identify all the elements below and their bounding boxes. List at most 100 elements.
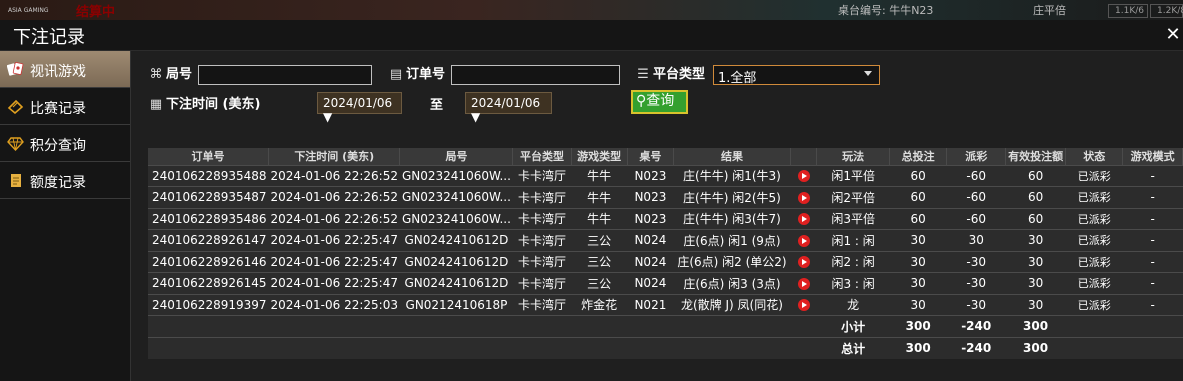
sidebar-item-label: 积分查询 — [30, 138, 86, 154]
sidebar-item-label: 额度记录 — [30, 175, 86, 191]
cell-play: 闲1 : 闲 — [816, 229, 890, 251]
play-icon[interactable] — [797, 191, 810, 204]
query-button-label: 查询 — [646, 93, 675, 109]
round-label: ⌘ 局号 — [149, 67, 193, 82]
sidebar-item-credit-records[interactable]: 额度记录 — [0, 162, 130, 199]
tag-icon: ⌘ — [149, 67, 163, 82]
sidebar-item-label: 视讯游戏 — [30, 64, 86, 80]
col-header: 游戏类型 — [571, 148, 628, 165]
cell-play: 闲3 : 闲 — [816, 272, 890, 294]
query-button[interactable]: ⚲查询 — [631, 90, 688, 114]
clipboard-icon: ▤ — [389, 67, 403, 82]
cell-order: 240106228926146 — [148, 250, 269, 273]
ticket-icon — [7, 99, 24, 115]
total-label: 总计 — [816, 336, 890, 359]
bet-records-table: 订单号 下注时间 (美东) 局号 平台类型 游戏类型 桌号 结果 玩法 总投注 … — [148, 148, 1183, 359]
cell-order: 240106228919397 — [148, 293, 269, 316]
cell-bet: 60 — [889, 207, 947, 230]
start-date-picker[interactable]: 2024/01/06 ▼ — [317, 92, 402, 124]
play-icon[interactable] — [797, 277, 810, 290]
total-valid: 300 — [1005, 336, 1066, 359]
diamond-icon — [7, 136, 24, 152]
cell-order: 240106228935486 — [148, 207, 269, 230]
total-row: 总计 300 -240 300 — [148, 336, 1183, 359]
sidebar: 视讯游戏 比赛记录 积分查询 额度记录 — [0, 51, 131, 381]
cell-platform: 卡卡湾厅 — [512, 186, 572, 208]
col-header: 局号 — [399, 148, 514, 165]
col-header: 结果 — [673, 148, 791, 165]
calendar-icon: ▦ — [149, 97, 163, 112]
cell-round: GN0212410618P — [399, 293, 513, 316]
play-icon[interactable] — [797, 299, 810, 312]
cell-valid: 30 — [1005, 229, 1066, 251]
modal-title: 下注记录 — [13, 27, 85, 48]
play-icon[interactable] — [797, 256, 810, 269]
cell-bet: 30 — [889, 229, 947, 251]
cell-status: 已派彩 — [1065, 186, 1123, 208]
play-icon[interactable] — [797, 234, 810, 247]
cell-order: 240106228926147 — [148, 229, 269, 251]
cell-mode: - — [1122, 250, 1183, 273]
cell-status: 已派彩 — [1065, 229, 1123, 251]
round-input[interactable] — [198, 65, 372, 85]
cell-table: N021 — [627, 293, 674, 316]
table-row: 240106228926147 2024-01-06 22:25:47 GN02… — [148, 229, 1183, 251]
subtotal-payout: -240 — [946, 315, 1006, 337]
table-row: 240106228926145 2024-01-06 22:25:47 GN02… — [148, 272, 1183, 294]
col-header: 订单号 — [148, 148, 270, 165]
sidebar-item-match-records[interactable]: 比赛记录 — [0, 88, 130, 125]
cell-play: 龙 — [816, 293, 890, 316]
cell-platform: 卡卡湾厅 — [512, 293, 572, 316]
order-input[interactable] — [451, 65, 620, 85]
cell-result: 庄(牛牛) 闲3(牛7) — [673, 207, 791, 230]
table-row: 240106228935487 2024-01-06 22:26:52 GN02… — [148, 186, 1183, 208]
cell-payout: -30 — [946, 272, 1006, 294]
cell-result: 庄(6点) 闲3 (3点) — [673, 272, 791, 294]
cell-platform: 卡卡湾厅 — [512, 250, 572, 273]
background-limit-2: 1.2K/8 — [1150, 4, 1183, 18]
order-label: ▤ 订单号 — [389, 67, 446, 82]
cell-platform: 卡卡湾厅 — [512, 207, 572, 230]
background-bet-info: 庄平倍 — [1033, 4, 1066, 17]
cell-status: 已派彩 — [1065, 250, 1123, 273]
play-icon[interactable] — [797, 170, 810, 183]
cell-play: 闲3平倍 — [816, 207, 890, 230]
cell-payout: -30 — [946, 293, 1006, 316]
cell-payout: -60 — [946, 207, 1006, 230]
background-game-strip: ASIA GAMING 结算中 桌台编号: 牛牛N23 庄平倍 1.1K/6 1… — [0, 0, 1183, 20]
close-icon[interactable]: ✕ — [1165, 24, 1181, 45]
cell-game: 三公 — [571, 250, 628, 273]
cell-table: N023 — [627, 207, 674, 230]
cell-valid: 60 — [1005, 186, 1066, 208]
cell-status: 已派彩 — [1065, 164, 1123, 187]
cell-game: 牛牛 — [571, 207, 628, 230]
to-label: 至 — [430, 98, 444, 113]
table-header-row: 订单号 下注时间 (美东) 局号 平台类型 游戏类型 桌号 结果 玩法 总投注 … — [148, 148, 1183, 165]
sidebar-item-live-games[interactable]: 视讯游戏 — [0, 51, 130, 88]
total-bet: 300 — [889, 336, 947, 359]
cell-replay — [790, 207, 817, 230]
col-header: 桌号 — [627, 148, 675, 165]
cell-payout: -60 — [946, 164, 1006, 187]
sidebar-item-label: 比赛记录 — [30, 101, 86, 117]
end-date-picker[interactable]: 2024/01/06 ▼ — [465, 92, 552, 124]
play-icon[interactable] — [797, 213, 810, 226]
cell-game: 炸金花 — [571, 293, 628, 316]
cell-round: GN023241060W... — [399, 186, 513, 208]
search-icon: ⚲ — [636, 93, 647, 109]
cell-mode: - — [1122, 272, 1183, 294]
cell-result: 庄(6点) 闲1 (9点) — [673, 229, 791, 251]
platform-select[interactable]: 1.全部 — [713, 65, 880, 86]
cell-status: 已派彩 — [1065, 207, 1123, 230]
cell-result: 庄(牛牛) 闲2(牛5) — [673, 186, 791, 208]
cell-replay — [790, 250, 817, 273]
cell-replay — [790, 186, 817, 208]
cell-payout: -30 — [946, 250, 1006, 273]
cell-round: GN023241060W... — [399, 207, 513, 230]
sidebar-item-points-query[interactable]: 积分查询 — [0, 125, 130, 162]
background-banner: 结算中 — [76, 5, 116, 20]
cell-result: 龙(散牌 J) 凤(同花) — [673, 293, 791, 316]
cell-status: 已派彩 — [1065, 293, 1123, 316]
cell-platform: 卡卡湾厅 — [512, 272, 572, 294]
col-header: 状态 — [1065, 148, 1124, 165]
